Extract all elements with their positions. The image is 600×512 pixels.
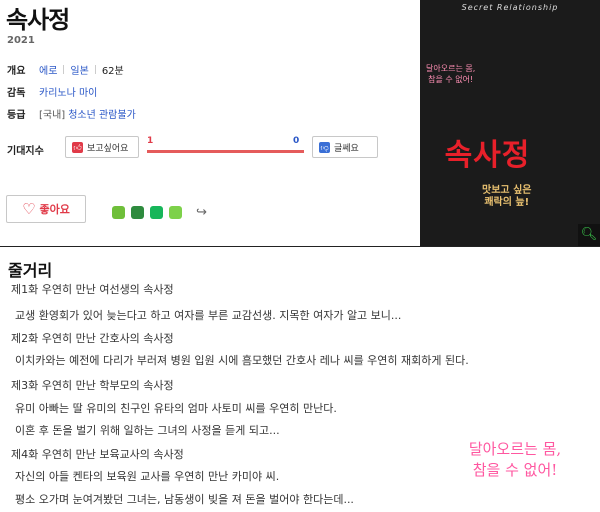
like-button[interactable]: ♡ 좋아요 [6,195,86,223]
movie-title: 속사정 [6,6,70,34]
caption-line-1: 달아오르는 몸, [468,440,562,458]
movie-poster[interactable]: Secret Relationship 달아오르는 몸, 참을 수 없어! 속사… [420,0,600,246]
want-to-see-button[interactable]: 👍︎ 보고싶어요 [65,136,139,158]
share-bar: ↪ [112,205,207,220]
heart-icon: ♡ [22,200,36,218]
expectation-label: 기대지수 [7,146,44,157]
synopsis-title: 줄거리 [8,261,53,280]
expectation-bar [147,150,304,153]
poster-tagline: 달아오르는 몸, 참을 수 없어! [426,64,476,84]
director-label: 감독 [7,88,26,99]
movie-year: 2021 [7,35,35,46]
search-icon[interactable]: 🔍︎ [578,224,600,246]
poster-subtagline: 맛보고 싶은 쾌락의 늪! [482,185,532,208]
episode-heading: 제3화 우연히 만난 학부모의 속사정 [11,379,174,392]
rating-link[interactable]: 청소년 관람불가 [68,106,136,121]
divider [63,65,65,74]
genre-link[interactable]: 에로 [39,62,57,77]
share-blog-icon[interactable] [169,206,182,219]
want-count: 1 [147,136,154,146]
director-link[interactable]: 카리노나 마이 [39,84,97,99]
poster-title: 속사정 [444,138,531,173]
episode-description: 자신의 아들 켄타의 보육원 교사를 우연히 만난 카미야 씨. [15,470,280,483]
rating-row: 등급 [국내] 청소년 관람불가 [7,106,136,121]
expectation-bar-fill [147,150,304,153]
expectation-index: 기대지수 👍︎ 보고싶어요 1 0 👎︎ 글쎄요 [7,134,379,160]
watermark-caption: 달아오르는 몸, 참을 수 없어! [440,439,590,481]
caption-line-2: 참을 수 없어! [472,461,558,479]
overview-row: 개요 에로 일본 62분 [7,62,124,77]
share-band-icon[interactable] [131,206,144,219]
thumbs-down-icon: 👎︎ [319,141,330,153]
episode-description: 이치카와는 예전에 다리가 부러져 병원 입원 시에 흠모했던 간호사 레나 씨… [15,354,469,367]
episode-description: 이혼 후 돈을 벌기 위해 일하는 그녀의 사정을 듣게 되고... [15,424,280,437]
section-divider [0,246,600,247]
want-label: 보고싶어요 [87,143,129,154]
poster-header: Secret Relationship [461,3,559,12]
share-bookmark-icon[interactable] [150,206,163,219]
episode-description: 교생 환영회가 있어 늦는다고 하고 여자를 부른 교감선생. 지목한 여자가 … [15,309,402,322]
director-row: 감독 카리노나 마이 [7,84,97,99]
episode-heading: 제2화 우연히 만난 간호사의 속사정 [11,332,174,345]
episode-heading: 제4화 우연히 만난 보육교사의 속사정 [11,448,184,461]
share-icon[interactable]: ↪ [196,205,207,220]
episode-description: 평소 오가며 눈여겨봤던 그녀는, 남동생이 빚을 져 돈을 벌어야 한다는데.… [15,493,354,506]
episode-description: 유미 아빠는 딸 유미의 친구인 유타의 엄마 사토미 씨를 우연히 만난다. [15,402,337,415]
not-sure-button[interactable]: 👎︎ 글쎄요 [312,136,378,158]
divider [94,65,96,74]
nowant-label: 글쎄요 [334,143,359,154]
rating-label: 등급 [7,110,26,121]
rating-prefix: [국내] [39,110,66,121]
like-label: 좋아요 [39,203,70,216]
nowant-count: 0 [293,136,300,146]
runtime: 62분 [101,66,124,77]
thumbs-up-icon: 👍︎ [72,141,83,153]
share-line-icon[interactable] [112,206,125,219]
country-link[interactable]: 일본 [70,62,88,77]
overview-label: 개요 [7,66,26,77]
episode-heading: 제1화 우연히 만난 여선생의 속사정 [11,283,174,296]
movie-info: 속사정 2021 개요 에로 일본 62분 감독 카리노나 마이 등급 [국내]… [0,0,420,246]
